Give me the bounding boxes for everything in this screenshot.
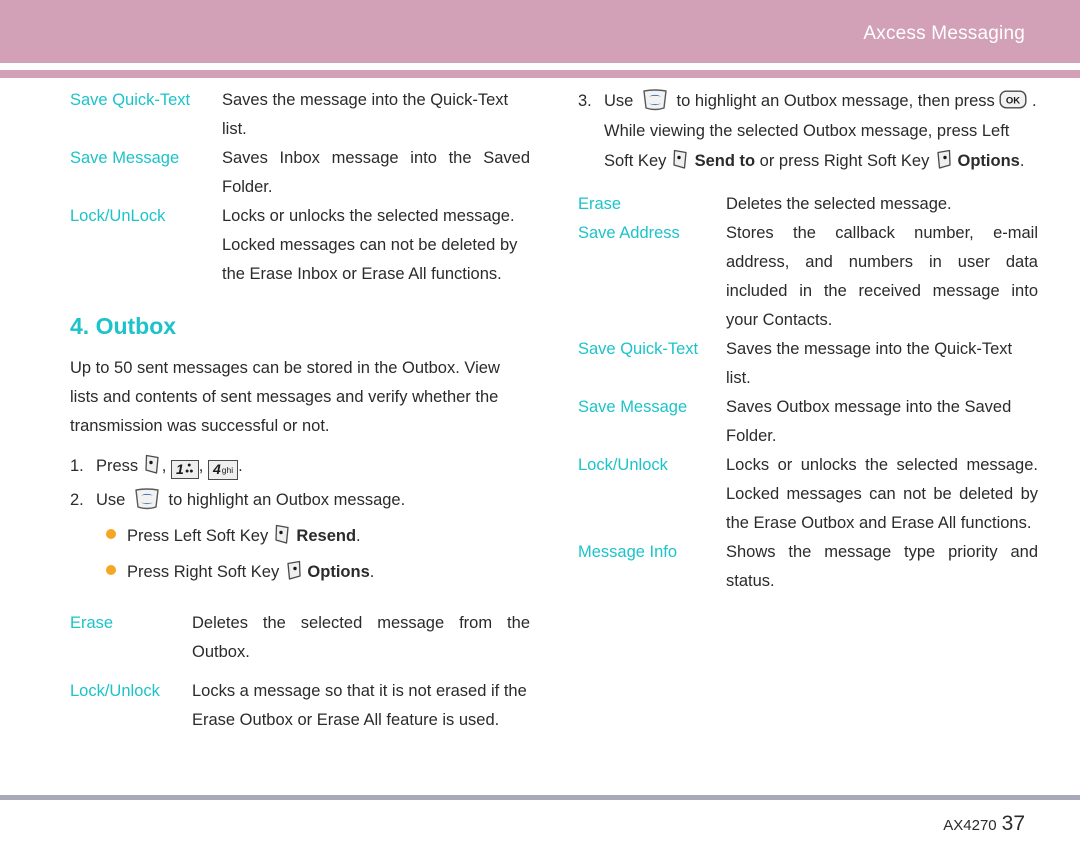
option-description: Saves the message into the Quick-Text li… [222,91,509,138]
footer-rule [0,795,1080,800]
option-term: Save Quick-Text [578,340,699,358]
step-text: Press , 1 ● ●●, 4ghi. [96,451,530,481]
svg-text:OK: OK [1006,95,1020,106]
bullet-post-text: . [369,563,375,581]
comma-separator: , [161,457,167,475]
option-term: Lock/UnLock [70,207,166,225]
option-term: Save Message [70,149,180,167]
definition-row: Save Quick-Text Saves the message into t… [70,86,530,144]
step-text: Use to highlight an Outbox message. [96,485,530,515]
step-part-2: to highlight an Outbox message, then pre… [676,92,995,110]
definition-row: Erase Deletes the selected message. [578,190,1038,219]
step-number: 3. [578,92,592,110]
outbox-options-definition-list: Erase Deletes the selected message from … [70,609,530,735]
right-soft-key-icon [934,148,953,170]
definition-row: Save Quick-Text Saves the message into t… [578,335,1038,393]
option-description: Saves Outbox message into the Saved Fold… [726,398,1012,445]
outbox-view-options-definition-list: Erase Deletes the selected message. Save… [578,190,1038,596]
step-suffix-text: . [238,457,243,475]
header-accent-rule [0,70,1080,78]
step-text: Use to highlight an Outbox message, then… [604,86,1038,176]
left-soft-key-icon [143,453,162,475]
send-to-label: Send to [694,152,756,170]
definition-row: Save Address Stores the callback number,… [578,219,1038,335]
footer-page-number: 37 [1001,812,1025,835]
step-part-1: Use [604,92,634,110]
bullet-dot-icon [106,529,116,539]
bullet-resend: Press Left Soft Key Resend. [106,521,530,551]
option-term: Erase [70,614,114,632]
bullet-options: Press Right Soft Key Options. [106,557,530,587]
definition-row: Lock/Unlock Locks a message so that it i… [70,677,530,735]
step-prefix-text: Press [96,457,139,475]
definition-row: Lock/UnLock Locks or unlocks the selecte… [70,202,530,289]
bullet-pre-text: Press Right Soft Key [127,563,280,581]
right-column: 3. Use to highlight an Outbox message, t… [578,86,1038,596]
bullet-bold-text: Options [307,563,370,581]
definition-row: Message Info Shows the message type prio… [578,538,1038,596]
page-header-title: Axcess Messaging [863,23,1025,44]
bullet-text: Press Left Soft Key Resend. [127,521,361,551]
keypad-key-4-icon: 4ghi [207,460,239,480]
ok-key-icon: OK [999,90,1027,109]
option-term: Lock/Unlock [70,682,160,700]
step-2: 2. Use to highlight an Outbox message. [70,485,530,515]
step-prefix-text: Use [96,491,126,509]
step-1: 1. Press , 1 ● ●●, 4ghi. [70,451,530,481]
left-soft-key-icon [273,523,292,545]
definition-row: Save Message Saves Inbox message into th… [70,144,530,202]
option-description: Deletes the selected message from the Ou… [192,614,530,661]
page-body: Save Quick-Text Saves the message into t… [0,86,1080,786]
option-description: Stores the callback number, e-mail addre… [726,224,1038,329]
option-description: Saves Inbox message into the Saved Folde… [222,149,530,196]
left-soft-key-icon [671,148,690,170]
left-column: Save Quick-Text Saves the message into t… [70,86,530,745]
bullet-dot-icon [106,565,116,575]
option-description: Shows the message type priority and stat… [726,543,1038,590]
option-term: Save Quick-Text [70,91,191,109]
nav-up-down-key-icon [640,88,670,112]
step-part-5: . [1019,152,1025,170]
inbox-options-definition-list: Save Quick-Text Saves the message into t… [70,86,530,289]
definition-row: Erase Deletes the selected message from … [70,609,530,667]
section-heading-outbox: 4. Outbox [70,313,177,339]
definition-row: Save Message Saves Outbox message into t… [578,393,1038,451]
option-term: Lock/Unlock [578,456,668,474]
option-term: Save Message [578,398,688,416]
comma-separator: , [198,457,204,475]
definition-row: Lock/Unlock Locks or unlocks the selecte… [578,451,1038,538]
step-number: 2. [70,491,84,509]
bullet-text: Press Right Soft Key Options. [127,557,374,587]
key-1-dots: ● ●● [185,462,194,475]
option-description: Saves the message into the Quick-Text li… [726,340,1013,387]
footer-model: AX4270 [943,817,997,834]
option-description: Locks a message so that it is not erased… [192,682,527,729]
right-soft-key-icon [284,559,303,581]
bullet-post-text: . [356,527,361,545]
options-label: Options [957,152,1020,170]
option-description: Locks or unlocks the selected message. L… [222,207,518,283]
option-description: Locks or unlocks the selected message. L… [726,456,1038,532]
footer: AX4270 37 [943,812,1025,836]
nav-up-down-key-icon [132,487,162,511]
step-suffix-text: to highlight an Outbox message. [168,491,406,509]
step-3: 3. Use to highlight an Outbox message, t… [578,86,1038,176]
bullet-bold-text: Resend [296,527,357,545]
keypad-key-1-icon: 1 ● ●● [170,460,199,479]
step-part-4: or press Right Soft Key [759,152,930,170]
outbox-intro-paragraph: Up to 50 sent messages can be stored in … [70,359,500,435]
bullet-pre-text: Press Left Soft Key [127,527,269,545]
option-term: Save Address [578,224,680,242]
option-description: Deletes the selected message. [726,195,952,213]
option-term: Message Info [578,543,678,561]
option-term: Erase [578,195,622,213]
step-number: 1. [70,457,84,475]
